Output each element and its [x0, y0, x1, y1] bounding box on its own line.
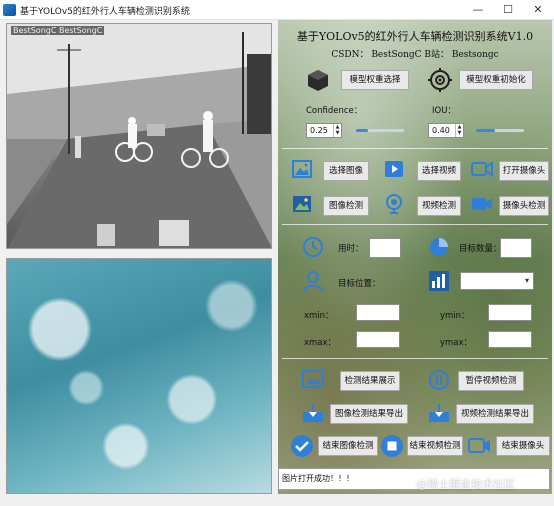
video-overlay-text: BestSongC BestSongC — [11, 26, 105, 35]
target-select[interactable]: ▾ — [460, 272, 534, 290]
pause-video-button[interactable]: 暂停视频检测 — [458, 371, 524, 391]
end-camera-button[interactable]: 结束摄像头 — [496, 436, 550, 456]
confidence-value: 0.25 — [310, 126, 328, 135]
author-subtitle: CSDN： BestSongC B站： Bestsongc — [331, 50, 499, 60]
camera-icon — [471, 161, 493, 177]
select-image-button[interactable]: 选择图像 — [323, 161, 369, 181]
video-icon — [385, 161, 403, 177]
iou-value: 0.40 — [432, 126, 450, 135]
iou-slider[interactable] — [476, 129, 524, 132]
check-icon — [291, 435, 313, 457]
model-weight-select-button[interactable]: 模型权重选择 — [341, 70, 409, 90]
infrared-street-scene — [7, 24, 271, 248]
app-title: 基于YOLOv5的红外行人车辆检测识别系统V1.0 — [296, 30, 534, 43]
confidence-slider-fill — [356, 129, 368, 132]
clock-icon — [303, 237, 323, 257]
xmax-label: xmax： — [304, 338, 337, 348]
export-video-results-button[interactable]: 视频检测结果导出 — [456, 404, 534, 424]
close-button[interactable]: ✕ — [524, 0, 552, 20]
time-output — [369, 238, 401, 258]
window-title: 基于YOLOv5的红外行人车辆检测识别系统 — [20, 7, 190, 17]
export-video-icon — [429, 404, 449, 422]
video-detect-icon — [386, 194, 402, 214]
model-weight-init-button[interactable]: 模型权重初始化 — [459, 70, 533, 90]
target-icon — [428, 68, 452, 92]
target-position-label: 目标位置： — [338, 279, 381, 289]
xmax-output — [356, 331, 400, 348]
image-detect-button[interactable]: 图像检测 — [323, 196, 369, 216]
divider-3 — [282, 358, 548, 359]
confidence-spinbox[interactable]: 0.25 ▲ ▼ — [306, 123, 342, 138]
confidence-label: Confidence： — [306, 106, 363, 116]
video-detect-button[interactable]: 视频检测 — [417, 196, 461, 216]
target-count-output — [500, 238, 532, 258]
divider-1 — [282, 148, 548, 149]
iou-label: IOU： — [432, 106, 456, 116]
cube-icon — [308, 70, 328, 91]
window-titlebar: 基于YOLOv5的红外行人车辆检测识别系统 — ☐ ✕ — [0, 0, 554, 20]
iou-slider-fill — [476, 129, 496, 132]
user-location-icon — [303, 271, 323, 292]
image-icon — [292, 160, 312, 178]
video-display: BestSongC BestSongC — [6, 23, 272, 249]
maximize-button[interactable]: ☐ — [494, 0, 522, 20]
control-panel: 基于YOLOv5的红外行人车辆检测识别系统V1.0 CSDN： BestSong… — [278, 20, 552, 494]
image-display — [6, 258, 272, 494]
display-icon — [302, 370, 324, 388]
export-image-results-button[interactable]: 图像检测结果导出 — [330, 404, 408, 424]
export-image-icon — [303, 404, 323, 422]
stop-icon — [381, 435, 403, 457]
divider-2 — [282, 224, 548, 225]
confidence-spin-arrows[interactable]: ▲ ▼ — [333, 124, 341, 137]
camera-off-icon — [468, 438, 490, 453]
image-detect-icon — [293, 196, 311, 212]
chevron-down-icon: ▾ — [524, 276, 529, 285]
camera-detect-button[interactable]: 摄像头检测 — [499, 196, 549, 216]
pause-icon — [429, 370, 449, 390]
ymax-output — [488, 331, 532, 348]
time-label: 用时： — [338, 244, 364, 254]
end-image-detect-button[interactable]: 结束图像检测 — [318, 436, 378, 456]
xmin-output — [356, 304, 400, 321]
xmin-label: xmin： — [304, 311, 334, 321]
watermark: @稀土掘金技术社区 — [416, 478, 515, 491]
show-results-button[interactable]: 检测结果展示 — [340, 371, 400, 391]
camera-detect-icon — [472, 198, 492, 210]
ymin-output — [488, 304, 532, 321]
ymin-label: ymin： — [440, 311, 470, 321]
select-video-button[interactable]: 选择视频 — [417, 161, 461, 181]
target-count-label: 目标数量： — [459, 244, 502, 254]
pie-chart-icon — [430, 238, 448, 256]
app-icon — [3, 4, 16, 16]
minimize-button[interactable]: — — [464, 0, 492, 20]
confidence-slider[interactable] — [356, 129, 404, 132]
iou-spin-arrows[interactable]: ▲ ▼ — [455, 124, 463, 137]
ymax-label: ymax： — [440, 338, 473, 348]
open-camera-button[interactable]: 打开摄像头 — [499, 161, 549, 181]
end-video-detect-button[interactable]: 结束视频检测 — [407, 436, 463, 456]
iou-spinbox[interactable]: 0.40 ▲ ▼ — [428, 123, 464, 138]
grid-icon — [429, 271, 449, 291]
